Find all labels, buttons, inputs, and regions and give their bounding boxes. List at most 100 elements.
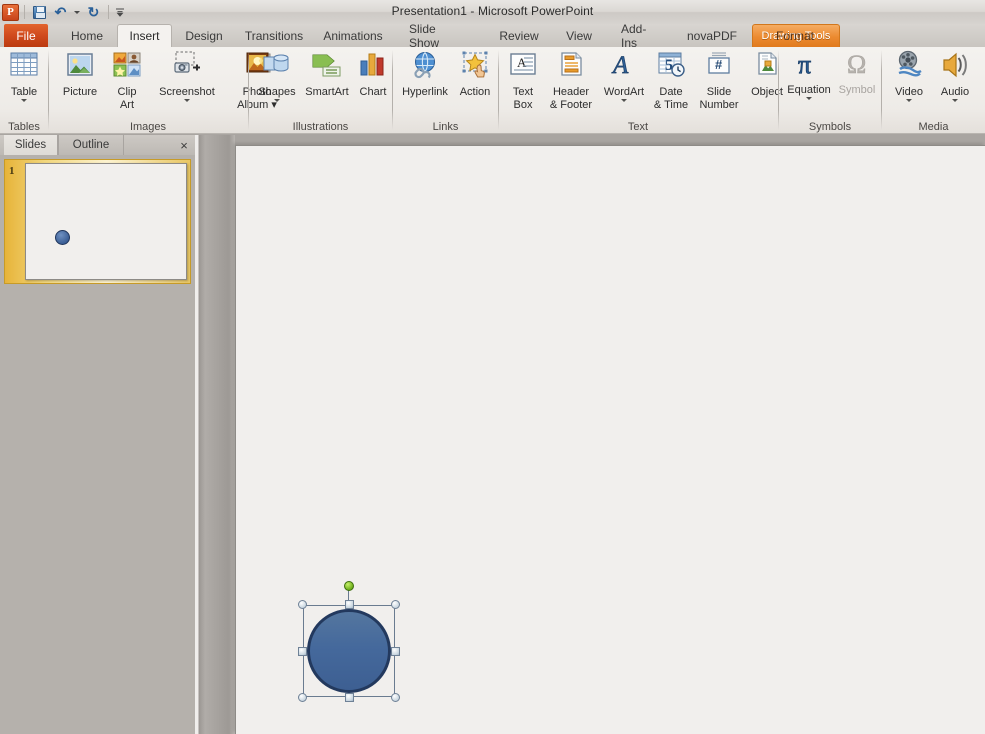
clip-art-label-2: Art — [119, 99, 135, 111]
window-title: Presentation1 - Microsoft PowerPoint — [391, 4, 594, 18]
tab-transitions[interactable]: Transitions — [238, 24, 310, 47]
resize-handle-top-center[interactable] — [344, 600, 354, 609]
thumbnail-oval-shape — [55, 230, 70, 245]
slide-thumbnail-1[interactable]: 1 — [4, 159, 191, 284]
omega-icon: Ω — [841, 49, 873, 83]
outline-tab[interactable]: Outline — [58, 135, 124, 155]
tab-animations[interactable]: Animations — [317, 24, 389, 47]
screenshot-button[interactable]: Screenshot — [149, 49, 225, 102]
tab-slide-show[interactable]: Slide Show — [400, 22, 472, 50]
group-label-text: Text — [627, 121, 649, 133]
screenshot-dropdown-icon[interactable] — [184, 99, 190, 102]
chart-button[interactable]: Chart — [353, 49, 393, 98]
ribbon-group-media: Video Audio Media — [882, 47, 985, 134]
tab-view[interactable]: View — [558, 24, 600, 47]
picture-button-label: Picture — [62, 85, 98, 98]
audio-button-label: Audio — [940, 85, 970, 98]
wordart-button[interactable]: A WordArt — [599, 49, 649, 102]
shapes-button-label: Shapes — [258, 85, 296, 98]
slides-tab[interactable]: Slides — [4, 135, 58, 155]
resize-handle-top-right[interactable] — [391, 600, 400, 609]
tab-add-ins[interactable]: Add-Ins — [612, 22, 670, 50]
slide-number-icon: # — [703, 49, 735, 85]
audio-dropdown-icon[interactable] — [952, 99, 958, 102]
tab-novapdf[interactable]: novaPDF — [680, 24, 744, 47]
group-label-tables: Tables — [8, 121, 40, 133]
shapes-button[interactable]: Shapes — [253, 49, 301, 102]
table-button[interactable]: Table — [4, 49, 44, 102]
picture-button[interactable]: Picture — [55, 49, 105, 98]
video-dropdown-icon[interactable] — [906, 99, 912, 102]
audio-button[interactable]: Audio — [932, 49, 978, 102]
equation-button-label: Equation — [787, 83, 831, 96]
oval-shape[interactable] — [298, 581, 400, 702]
date-time-button[interactable]: 5 Date & Time — [649, 49, 693, 112]
group-label-links: Links — [432, 121, 459, 133]
pi-icon: π — [793, 49, 825, 83]
wordart-button-label: WordArt — [603, 85, 645, 98]
svg-text:π: π — [798, 50, 811, 79]
group-label-media: Media — [918, 121, 949, 133]
resize-handle-top-left[interactable] — [298, 600, 307, 609]
video-button[interactable]: Video — [886, 49, 932, 102]
equation-button[interactable]: π Equation — [783, 49, 835, 100]
slide-number-label-2: Number — [699, 99, 739, 111]
tab-file[interactable]: File — [4, 24, 48, 47]
symbol-button: Ω Symbol — [835, 49, 879, 96]
tab-design[interactable]: Design — [178, 24, 230, 47]
date-time-label-1: Date — [659, 85, 683, 98]
close-panel-icon[interactable]: × — [177, 138, 191, 153]
tab-format[interactable]: Format — [762, 24, 828, 47]
action-button[interactable]: Action — [453, 49, 497, 98]
slide-number-button[interactable]: # Slide Number — [693, 49, 745, 112]
header-footer-label-1: Header — [552, 85, 590, 98]
slide-canvas[interactable] — [235, 145, 985, 734]
hyperlink-button[interactable]: Hyperlink — [397, 49, 453, 98]
chart-icon — [357, 49, 389, 85]
resize-handle-middle-left[interactable] — [298, 646, 307, 656]
date-time-label-2: & Time — [653, 99, 689, 111]
resize-handle-bottom-center[interactable] — [344, 693, 354, 702]
group-label-images: Images — [129, 121, 167, 133]
ribbon-group-images: Picture Clip Art Screenshot Photo Album … — [49, 47, 277, 134]
wordart-icon: A — [608, 49, 640, 85]
smartart-button-label: SmartArt — [305, 85, 349, 98]
svg-text:#: # — [715, 57, 723, 72]
ribbon-group-text: A Text Box Header & Footer A WordArt 5 D… — [499, 47, 783, 134]
screenshot-button-label: Screenshot — [159, 85, 215, 98]
text-box-label-2: Box — [513, 99, 533, 111]
ribbon-group-links: Hyperlink Action Links — [393, 47, 498, 134]
tab-insert[interactable]: Insert — [117, 24, 172, 47]
oval-shape-body[interactable] — [307, 609, 391, 693]
action-icon — [459, 49, 491, 85]
wordart-dropdown-icon[interactable] — [621, 99, 627, 102]
shapes-dropdown-icon[interactable] — [274, 99, 280, 102]
clip-art-button[interactable]: Clip Art — [107, 49, 147, 112]
tab-home[interactable]: Home — [62, 24, 112, 47]
resize-handle-middle-right[interactable] — [391, 646, 400, 656]
equation-dropdown-icon[interactable] — [806, 97, 812, 100]
table-dropdown-icon[interactable] — [21, 99, 27, 102]
header-footer-button[interactable]: Header & Footer — [543, 49, 599, 112]
ribbon-tab-strip: Drawing Tools File Home Insert Design Tr… — [0, 22, 985, 71]
chart-button-label: Chart — [359, 85, 387, 98]
text-box-button[interactable]: A Text Box — [503, 49, 543, 112]
resize-handle-bottom-left[interactable] — [298, 693, 307, 702]
panel-splitter[interactable] — [195, 135, 235, 734]
picture-icon — [64, 49, 96, 85]
slide-number-label: 1 — [9, 165, 15, 177]
panel-tab-strip: Slides Outline × — [0, 135, 195, 155]
rotation-handle[interactable] — [344, 581, 354, 591]
clip-art-icon — [111, 49, 143, 85]
screenshot-icon — [171, 49, 203, 85]
resize-handle-bottom-right[interactable] — [391, 693, 400, 702]
text-box-label-1: Text — [512, 85, 534, 98]
video-button-label: Video — [895, 85, 923, 98]
smartart-button[interactable]: SmartArt — [301, 49, 353, 98]
ribbon: Table Tables Picture Clip Art Screenshot… — [0, 47, 985, 134]
table-icon — [8, 49, 40, 85]
action-button-label: Action — [459, 85, 491, 98]
ribbon-group-illustrations: Shapes SmartArt Chart Illustrations — [249, 47, 392, 134]
slides-outline-panel: Slides Outline × 1 — [0, 135, 195, 734]
tab-review[interactable]: Review — [492, 24, 546, 47]
